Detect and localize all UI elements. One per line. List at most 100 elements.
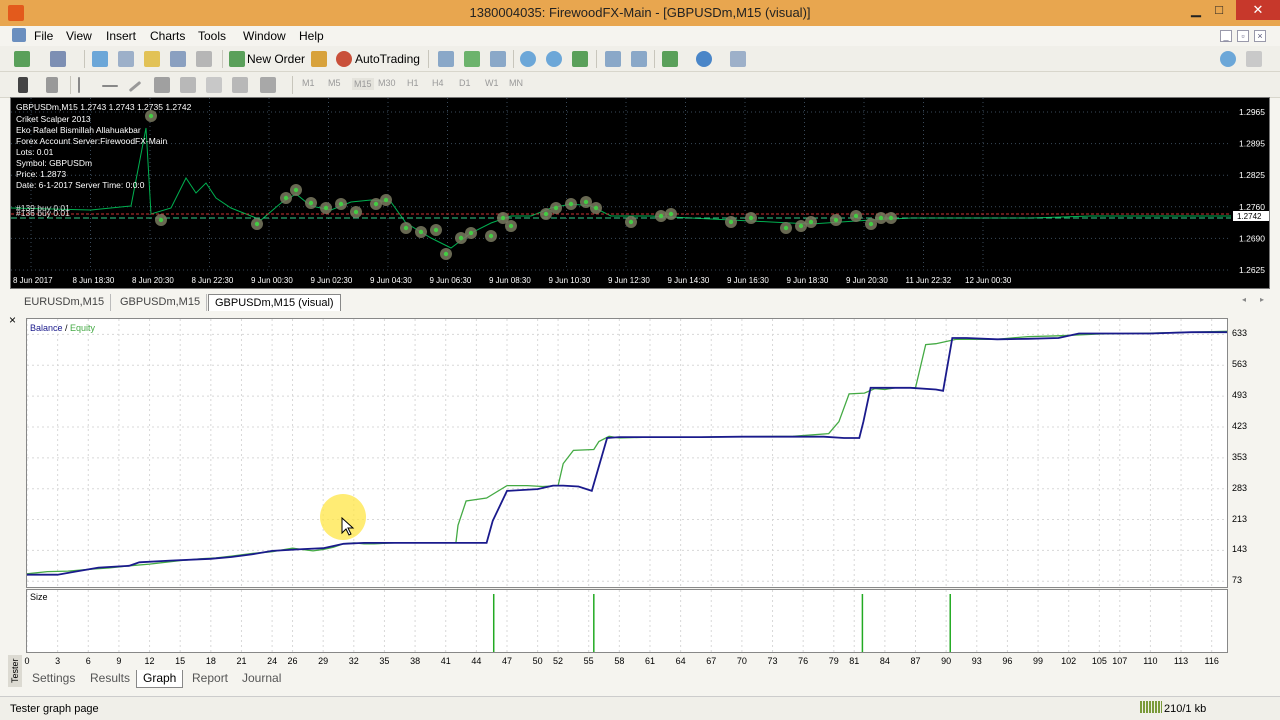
tab-settings[interactable]: Settings (26, 670, 81, 688)
connection-status: 210/1 kb (1164, 703, 1207, 715)
line-chart-icon[interactable] (490, 51, 506, 67)
timeframe-m30[interactable]: M30 (378, 78, 396, 88)
new-order-button[interactable]: New Order (247, 50, 305, 68)
text-icon[interactable] (206, 77, 222, 93)
templates-icon[interactable] (730, 51, 746, 67)
timeframe-m15[interactable]: M15 (352, 78, 374, 90)
x-tick-label: 15 (175, 656, 186, 666)
ea-author: Eko Rafael Bismillah Allahuakbar (16, 125, 141, 135)
x-tick-label: 18 (205, 656, 216, 666)
chat-icon[interactable] (1246, 51, 1262, 67)
cursor-icon[interactable] (18, 77, 28, 93)
horizontal-line-icon[interactable] (102, 85, 118, 87)
time-tick-label: 8 Jun 2017 (13, 276, 53, 285)
mdi-close-icon[interactable]: × (1254, 30, 1266, 42)
chart-shift-icon[interactable] (605, 51, 621, 67)
price-info: Price: 1.2873 (16, 169, 67, 179)
crosshair-icon[interactable] (46, 77, 58, 93)
tile-windows-icon[interactable] (572, 51, 588, 67)
trade-marker-dot (338, 201, 344, 207)
profiles-icon[interactable] (50, 51, 66, 67)
indicators-icon[interactable] (662, 51, 678, 67)
timeframe-m1[interactable]: M1 (302, 78, 315, 88)
price-tick-label: 1.2825 (1239, 170, 1265, 180)
menu-tools[interactable]: Tools (198, 29, 226, 43)
tab-gbpusdm-m15-visual[interactable]: GBPUSDm,M15 (visual) (208, 294, 341, 311)
tab-journal[interactable]: Journal (236, 670, 287, 688)
x-tick-label: 110 (1143, 656, 1158, 666)
x-tick-label: 47 (501, 656, 512, 666)
vertical-line-icon[interactable] (78, 77, 80, 93)
y-tick-label: 493 (1232, 390, 1248, 401)
menu-charts[interactable]: Charts (150, 29, 185, 43)
bar-chart-icon[interactable] (438, 51, 454, 67)
timeframe-w1[interactable]: W1 (485, 78, 499, 88)
menu-view[interactable]: View (66, 29, 92, 43)
x-tick-label: 81 (849, 656, 860, 666)
tab-graph[interactable]: Graph (136, 670, 184, 688)
new-chart-icon[interactable] (14, 51, 30, 67)
tab-scroll-left-icon[interactable]: ◂ (1242, 295, 1246, 304)
metaeditor-icon[interactable] (311, 51, 327, 67)
fibonacci-icon[interactable] (180, 77, 196, 93)
trendline-icon[interactable] (128, 80, 142, 93)
trade-marker-dot (628, 219, 634, 225)
close-button[interactable]: ✕ (1236, 0, 1280, 20)
x-tick-label: 84 (879, 656, 890, 666)
strategy-tester-icon[interactable] (196, 51, 212, 67)
legend-separator: / (62, 323, 71, 333)
market-watch-icon[interactable] (92, 51, 108, 67)
time-tick-label: 9 Jun 20:30 (846, 276, 888, 285)
tester-close-icon[interactable]: × (9, 313, 16, 327)
x-tick-label: 52 (553, 656, 564, 666)
zoom-out-icon[interactable] (546, 51, 562, 67)
arrows-icon[interactable] (260, 77, 276, 93)
legend-balance: Balance (30, 323, 63, 333)
y-tick-label: 353 (1232, 451, 1248, 462)
x-tick-label: 113 (1173, 656, 1189, 666)
channel-icon[interactable] (154, 77, 170, 93)
document-icon[interactable] (12, 28, 26, 42)
title-bar: 1380004035: FirewoodFX-Main - [GBPUSDm,M… (0, 0, 1280, 26)
time-tick-label: 9 Jun 04:30 (370, 276, 412, 285)
tab-scroll-right-icon[interactable]: ▸ (1260, 295, 1264, 304)
new-order-icon[interactable] (229, 51, 245, 67)
autotrading-button[interactable]: AutoTrading (355, 50, 420, 68)
price-chart-window[interactable]: 1.2965 1.2895 1.2825 1.2760 1.2690 1.2625 1.27… (10, 97, 1270, 289)
navigator-icon[interactable] (144, 51, 160, 67)
auto-scroll-icon[interactable] (631, 51, 647, 67)
timeframe-h4[interactable]: H4 (432, 78, 444, 88)
y-tick-label: 283 (1232, 482, 1248, 493)
trade-marker-dot (308, 200, 314, 206)
timeframe-h1[interactable]: H1 (407, 78, 419, 88)
menu-insert[interactable]: Insert (106, 29, 136, 43)
trade-marker-dot (668, 211, 674, 217)
tab-report[interactable]: Report (186, 670, 234, 688)
timeframe-d1[interactable]: D1 (459, 78, 471, 88)
x-tick-label: 102 (1061, 656, 1077, 666)
timeframe-m5[interactable]: M5 (328, 78, 341, 88)
zoom-in-icon[interactable] (520, 51, 536, 67)
menu-help[interactable]: Help (299, 29, 324, 43)
autotrading-icon[interactable] (336, 51, 352, 67)
maximize-button[interactable]: □ (1204, 0, 1234, 20)
search-icon[interactable] (1220, 51, 1236, 67)
periods-clock-icon[interactable] (696, 51, 712, 67)
candlesticks-icon[interactable] (464, 51, 480, 67)
trade-marker-dot (853, 213, 859, 219)
tab-eurusdm-m15[interactable]: EURUSDm,M15 (18, 294, 112, 311)
tab-gbpusdm-m15[interactable]: GBPUSDm,M15 (114, 294, 208, 311)
mdi-restore-icon[interactable]: ▫ (1237, 30, 1249, 42)
x-tick-label: 29 (318, 656, 329, 666)
text-label-icon[interactable] (232, 77, 248, 93)
time-tick-label: 8 Jun 22:30 (192, 276, 234, 285)
terminal-icon[interactable] (170, 51, 186, 67)
data-window-icon[interactable] (118, 51, 134, 67)
menu-window[interactable]: Window (243, 29, 286, 43)
x-tick-label: 70 (736, 656, 747, 666)
tab-results[interactable]: Results (84, 670, 136, 688)
menu-file[interactable]: File (34, 29, 53, 43)
mdi-minimize-icon[interactable]: _ (1220, 30, 1232, 42)
y-tick-label: 213 (1232, 513, 1248, 524)
timeframe-mn[interactable]: MN (509, 78, 523, 88)
